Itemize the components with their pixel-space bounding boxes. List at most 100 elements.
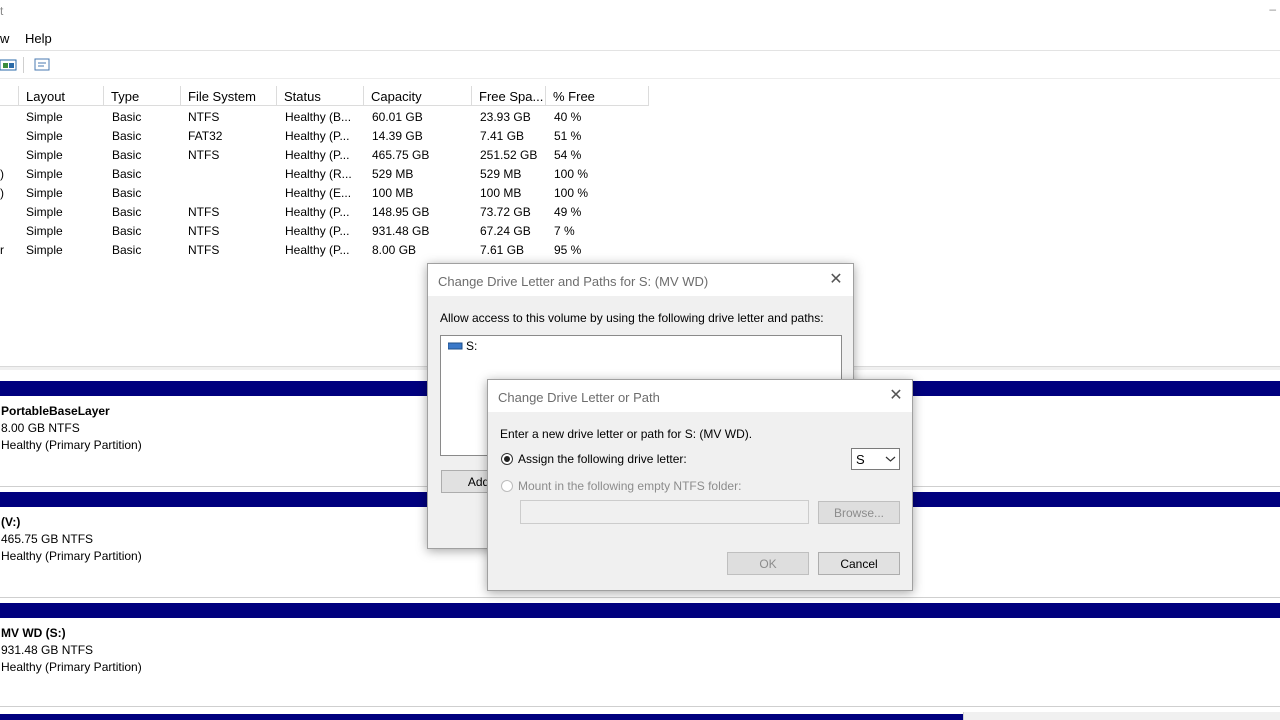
drive-icon xyxy=(447,340,463,350)
free-space-cell: 7.61 GB xyxy=(480,243,525,257)
toolbar-divider xyxy=(23,57,24,73)
ok-button[interactable]: OK xyxy=(727,552,809,575)
minimize-button[interactable]: – xyxy=(1269,2,1276,16)
disk-list-icon[interactable] xyxy=(0,57,17,73)
capacity-cell: 100 MB xyxy=(372,186,414,200)
file-system-cell: FAT32 xyxy=(188,129,223,143)
column-capacity[interactable]: Capacity xyxy=(364,86,472,106)
capacity-cell: 931.48 GB xyxy=(372,224,430,238)
volume-status: Healthy (Primary Partition) xyxy=(1,660,142,674)
dialog-title: Change Drive Letter or Path xyxy=(498,390,660,405)
status-cell: Healthy (P... xyxy=(285,243,350,257)
layout-cell: Simple xyxy=(26,243,63,257)
volume-name-cell: ) xyxy=(0,167,4,181)
layout-cell: Simple xyxy=(26,110,63,124)
capacity-cell: 8.00 GB xyxy=(372,243,417,257)
disk-band xyxy=(0,603,1280,618)
type-cell: Basic xyxy=(112,186,142,200)
layout-cell: Simple xyxy=(26,205,63,219)
drive-path-item[interactable]: S: xyxy=(466,339,477,353)
column-status[interactable]: Status xyxy=(277,86,364,106)
status-cell: Healthy (R... xyxy=(285,167,352,181)
percent-free-cell: 95 % xyxy=(554,243,582,257)
layout-cell: Simple xyxy=(26,167,63,181)
type-cell: Basic xyxy=(112,148,142,162)
volume-name-cell xyxy=(0,203,12,222)
table-row[interactable]: Simple Basic NTFS Healthy (P... 148.95 GB 73.… xyxy=(0,203,1280,222)
file-system-cell: NTFS xyxy=(188,148,220,162)
table-row[interactable]: Simple Basic NTFS Healthy (P... 465.75 GB 251… xyxy=(0,146,1280,165)
status-cell: Healthy (E... xyxy=(285,186,352,200)
window-title: t xyxy=(0,4,4,18)
free-space-cell: 529 MB xyxy=(480,167,522,181)
change-drive-letter-dialog: Change Drive Letter or Path ✕ Enter a ne… xyxy=(487,379,913,591)
menu-help[interactable]: Help xyxy=(25,31,52,46)
table-row[interactable]: Simple Basic NTFS Healthy (P... 931.48 GB 67.… xyxy=(0,222,1280,241)
assign-letter-label[interactable]: Assign the following drive letter: xyxy=(518,452,687,466)
close-icon[interactable]: ✕ xyxy=(886,386,906,406)
browse-button[interactable]: Browse... xyxy=(818,501,900,524)
close-icon[interactable]: ✕ xyxy=(826,270,846,290)
drive-letter-select[interactable]: S xyxy=(851,448,900,470)
volume-name-cell: r xyxy=(0,243,4,257)
capacity-cell: 60.01 GB xyxy=(372,110,423,124)
capacity-cell: 148.95 GB xyxy=(372,205,430,219)
column-layout[interactable]: Layout xyxy=(19,86,104,106)
volume-name-cell xyxy=(0,127,12,146)
volume-status: Healthy (Primary Partition) xyxy=(1,438,142,452)
percent-free-cell: 40 % xyxy=(554,110,582,124)
free-space-cell: 7.41 GB xyxy=(480,129,525,143)
volume-name-cell xyxy=(0,222,12,241)
free-space-cell: 67.24 GB xyxy=(480,224,531,238)
chevron-down-icon xyxy=(885,453,896,467)
volume-name-cell xyxy=(0,108,12,127)
table-row[interactable]: Simple Basic FAT32 Healthy (P... 14.39 GB 7.4… xyxy=(0,127,1280,146)
layout-cell: Simple xyxy=(26,129,63,143)
capacity-cell: 465.75 GB xyxy=(372,148,430,162)
menu-view[interactable]: w xyxy=(0,31,9,46)
properties-icon[interactable] xyxy=(34,57,51,73)
file-system-cell: NTFS xyxy=(188,243,220,257)
mount-folder-radio[interactable] xyxy=(501,480,513,492)
folder-path-input[interactable] xyxy=(520,500,809,524)
column-free-space[interactable]: Free Spa... xyxy=(472,86,546,106)
cancel-button[interactable]: Cancel xyxy=(818,552,900,575)
table-row[interactable]: ) Simple Basic Healthy (E... 100 MB 100 MB 100… xyxy=(0,184,1280,203)
file-system-cell xyxy=(188,184,274,203)
free-space-cell: 251.52 GB xyxy=(480,148,538,162)
layout-cell: Simple xyxy=(26,148,63,162)
table-row[interactable]: ) Simple Basic Healthy (R... 529 MB 529 MB 100… xyxy=(0,165,1280,184)
table-row[interactable]: Simple Basic NTFS Healthy (B... 60.01 GB 23.9… xyxy=(0,108,1280,127)
column-file-system[interactable]: File System xyxy=(181,86,277,106)
column-volume[interactable] xyxy=(0,86,19,106)
volume-size: 931.48 GB NTFS xyxy=(1,643,94,657)
type-cell: Basic xyxy=(112,224,142,238)
layout-cell: Simple xyxy=(26,186,63,200)
volume-name-cell: ) xyxy=(0,186,4,200)
percent-free-cell: 7 % xyxy=(554,224,575,238)
volume-size: 8.00 GB NTFS xyxy=(1,421,80,435)
volume-name-cell xyxy=(0,146,12,165)
volume-name: (V:) xyxy=(1,515,21,529)
capacity-cell: 14.39 GB xyxy=(372,129,423,143)
scrollbar[interactable] xyxy=(963,712,1280,720)
mount-folder-label[interactable]: Mount in the following empty NTFS folder… xyxy=(518,479,741,493)
table-row[interactable]: r Simple Basic NTFS Healthy (P... 8.00 GB 7.61… xyxy=(0,241,1280,260)
status-cell: Healthy (P... xyxy=(285,148,350,162)
volume-size: 465.75 GB NTFS xyxy=(1,532,94,546)
layout-cell: Simple xyxy=(26,224,63,238)
type-cell: Basic xyxy=(112,129,142,143)
percent-free-cell: 54 % xyxy=(554,148,582,162)
status-cell: Healthy (P... xyxy=(285,224,350,238)
status-cell: Healthy (P... xyxy=(285,205,350,219)
free-space-cell: 23.93 GB xyxy=(480,110,531,124)
column-type[interactable]: Type xyxy=(104,86,181,106)
menu-bar: w Help xyxy=(0,28,1280,51)
assign-letter-radio[interactable] xyxy=(501,453,513,465)
toolbar xyxy=(0,54,1280,79)
disk-panel[interactable]: MV WD (S:) 931.48 GB NTFS Healthy (Prima… xyxy=(0,618,1280,707)
column-percent-free[interactable]: % Free xyxy=(546,86,649,106)
dialog-title: Change Drive Letter and Paths for S: (MV… xyxy=(438,274,709,289)
percent-free-cell: 100 % xyxy=(554,186,589,200)
dialog-instruction: Allow access to this volume by using the… xyxy=(440,311,824,325)
